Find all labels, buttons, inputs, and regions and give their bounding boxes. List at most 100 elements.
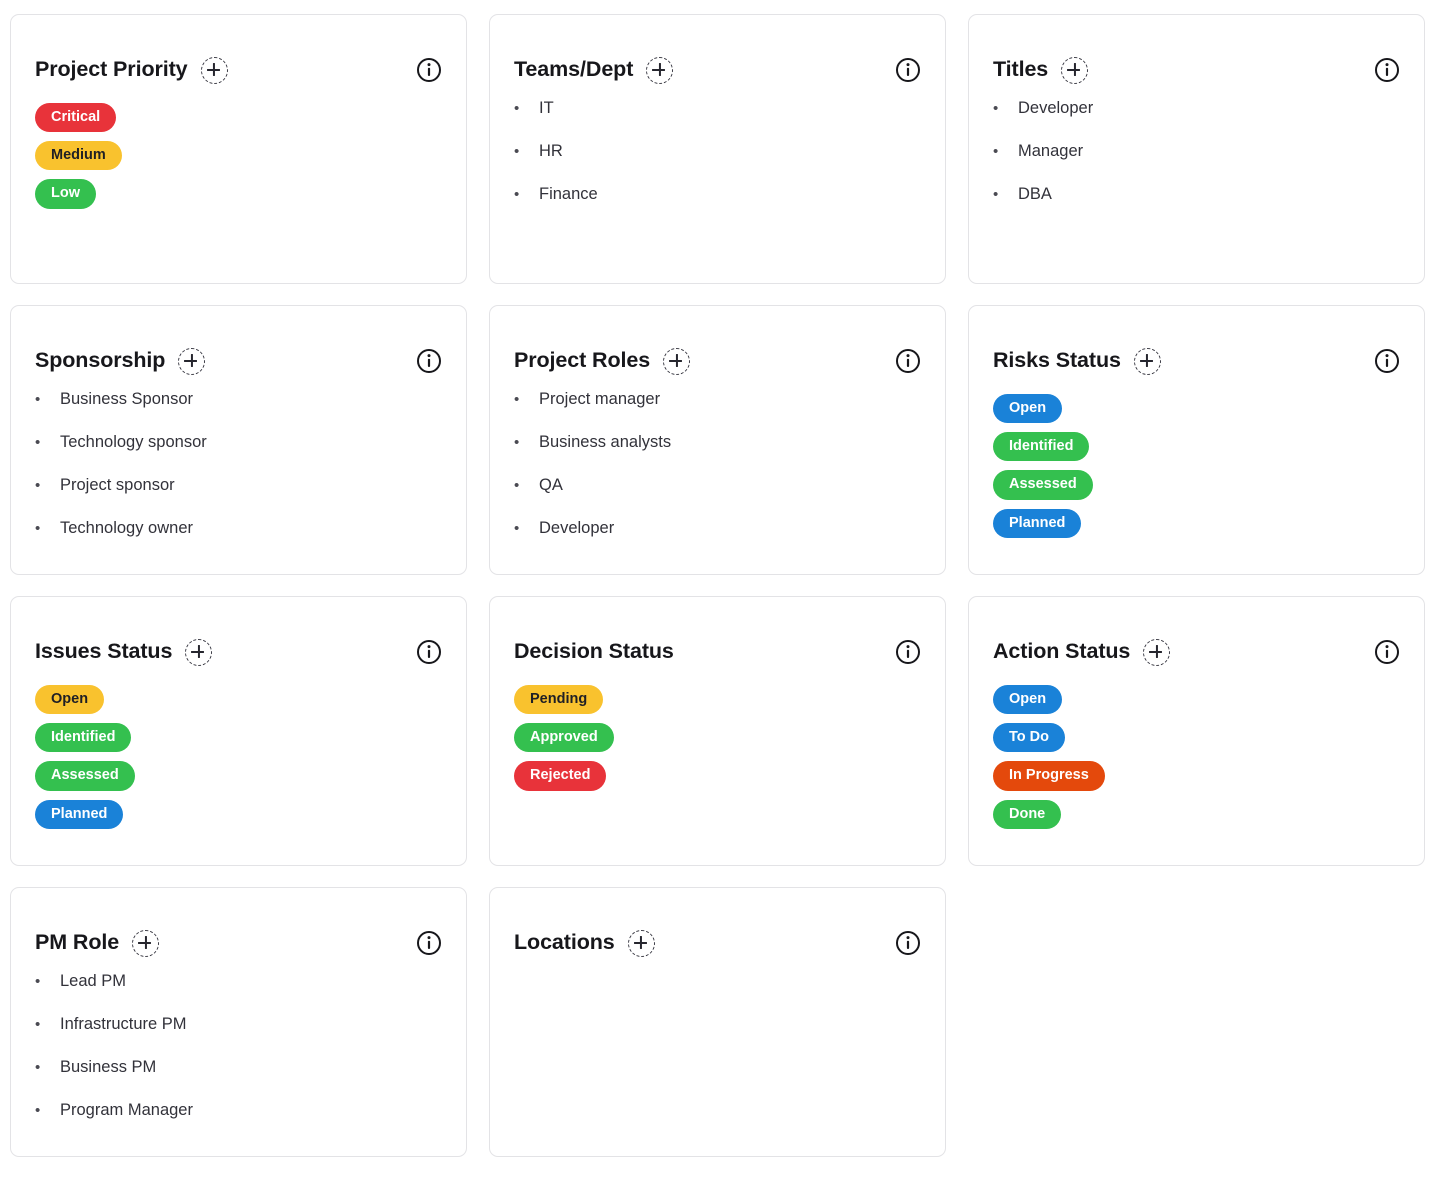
list-item[interactable]: • Finance <box>514 186 921 229</box>
status-badge[interactable]: Low <box>35 179 96 209</box>
card-header: Titles <box>969 15 1424 89</box>
list-item[interactable]: • Manager <box>993 143 1400 186</box>
status-badge[interactable]: In Progress <box>993 761 1105 791</box>
list-item-label: IT <box>539 99 554 117</box>
add-item-icon[interactable] <box>627 929 655 957</box>
status-badge[interactable]: Assessed <box>993 470 1093 500</box>
list-item[interactable]: • Technology sponsor <box>35 434 442 477</box>
info-icon[interactable] <box>1374 57 1400 83</box>
bullet-icon: • <box>993 100 999 117</box>
list-item[interactable]: • Infrastructure PM <box>35 1016 442 1059</box>
list-item[interactable]: • Project manager <box>514 391 921 434</box>
list-item-label: QA <box>539 476 563 494</box>
status-badge[interactable]: Pending <box>514 685 604 715</box>
status-badge[interactable]: Done <box>993 799 1062 829</box>
card-body: • IT • HR • Finance <box>490 89 945 229</box>
card-pm-role: PM Role • Lead PM • Infrastructure PM • Busine… <box>10 887 467 1157</box>
info-icon[interactable] <box>416 57 442 83</box>
list-item-label: Lead PM <box>60 972 127 990</box>
list-item-label: Technology sponsor <box>60 433 207 451</box>
add-item-icon[interactable] <box>646 56 674 84</box>
status-badge[interactable]: Medium <box>35 141 122 171</box>
bullet-icon: • <box>993 186 999 203</box>
bullet-icon: • <box>514 100 520 117</box>
list-item[interactable]: • QA <box>514 477 921 520</box>
info-icon[interactable] <box>416 639 442 665</box>
list-item[interactable]: • Developer <box>514 520 921 563</box>
info-icon[interactable] <box>895 930 921 956</box>
status-badge[interactable]: Open <box>35 685 105 715</box>
add-item-icon[interactable] <box>1133 347 1161 375</box>
list-item-label: Business PM <box>60 1058 157 1076</box>
bullet-icon: • <box>993 143 999 160</box>
status-badge[interactable]: Identified <box>35 723 132 753</box>
add-item-icon[interactable] <box>178 347 206 375</box>
list-item-label: Developer <box>539 519 615 537</box>
card-issues-status: Issues Status Open Identified Assessed Plann… <box>10 596 467 866</box>
add-item-icon[interactable] <box>200 56 228 84</box>
card-body: • Project manager • Business analysts • QA • De… <box>490 380 945 563</box>
add-item-icon[interactable] <box>132 929 160 957</box>
list-item[interactable]: • Business analysts <box>514 434 921 477</box>
card-title: PM Role <box>35 930 120 955</box>
list-item-label: Business analysts <box>539 433 672 451</box>
add-item-icon[interactable] <box>1061 56 1089 84</box>
info-icon[interactable] <box>895 348 921 374</box>
status-badge[interactable]: Identified <box>993 432 1090 462</box>
pill-list: Pending Approved Rejected <box>514 682 921 791</box>
bullet-icon: • <box>514 143 520 160</box>
card-title: Locations <box>514 930 615 955</box>
card-body <box>490 962 945 973</box>
status-badge[interactable]: Rejected <box>514 761 607 791</box>
status-badge[interactable]: Critical <box>35 103 117 133</box>
info-icon[interactable] <box>895 57 921 83</box>
card-header: Decision Status <box>490 597 945 671</box>
card-titles: Titles • Developer • Manager • DBA <box>968 14 1425 284</box>
list-item[interactable]: • Program Manager <box>35 1102 442 1145</box>
list-item[interactable]: • IT <box>514 100 921 143</box>
pill-list: Open To Do In Progress Done <box>993 682 1400 829</box>
list-item[interactable]: • Lead PM <box>35 973 442 1016</box>
info-icon[interactable] <box>1374 639 1400 665</box>
list-item[interactable]: • DBA <box>993 186 1400 229</box>
card-header: Sponsorship <box>11 306 466 380</box>
info-icon[interactable] <box>1374 348 1400 374</box>
card-body: • Business Sponsor • Technology sponsor • Pro… <box>11 380 466 563</box>
bullet-list: • IT • HR • Finance <box>514 100 921 229</box>
card-header: Locations <box>490 888 945 962</box>
info-icon[interactable] <box>416 348 442 374</box>
status-badge[interactable]: Open <box>993 394 1063 424</box>
list-item-label: Manager <box>1018 142 1084 160</box>
list-item-label: Project manager <box>539 390 661 408</box>
card-project-priority: Project Priority Critical Medium Low <box>10 14 467 284</box>
list-item-label: HR <box>539 142 563 160</box>
add-item-icon[interactable] <box>185 638 213 666</box>
list-item-label: Project sponsor <box>60 476 175 494</box>
list-item-label: Infrastructure PM <box>60 1015 187 1033</box>
info-icon[interactable] <box>895 639 921 665</box>
status-badge[interactable]: Planned <box>993 508 1082 538</box>
status-badge[interactable]: Approved <box>514 723 614 753</box>
status-badge[interactable]: To Do <box>993 723 1065 753</box>
status-badge[interactable]: Open <box>993 685 1063 715</box>
list-item[interactable]: • HR <box>514 143 921 186</box>
bullet-list: • Developer • Manager • DBA <box>993 100 1400 229</box>
status-badge[interactable]: Assessed <box>35 761 135 791</box>
bullet-list: • Project manager • Business analysts • QA • De… <box>514 391 921 563</box>
list-item[interactable]: • Project sponsor <box>35 477 442 520</box>
add-item-icon[interactable] <box>663 347 691 375</box>
card-teams-dept: Teams/Dept • IT • HR • Finance <box>489 14 946 284</box>
bullet-icon: • <box>35 1016 41 1033</box>
card-header: Action Status <box>969 597 1424 671</box>
list-item[interactable]: • Developer <box>993 100 1400 143</box>
card-header: Risks Status <box>969 306 1424 380</box>
status-badge[interactable]: Planned <box>35 799 124 829</box>
list-item[interactable]: • Business PM <box>35 1059 442 1102</box>
list-item[interactable]: • Business Sponsor <box>35 391 442 434</box>
list-item[interactable]: • Technology owner <box>35 520 442 563</box>
bullet-list: • Business Sponsor • Technology sponsor • Pro… <box>35 391 442 563</box>
card-body: Open Identified Assessed Planned <box>11 671 466 829</box>
add-item-icon[interactable] <box>1143 638 1171 666</box>
info-icon[interactable] <box>416 930 442 956</box>
card-title: Issues Status <box>35 639 173 664</box>
